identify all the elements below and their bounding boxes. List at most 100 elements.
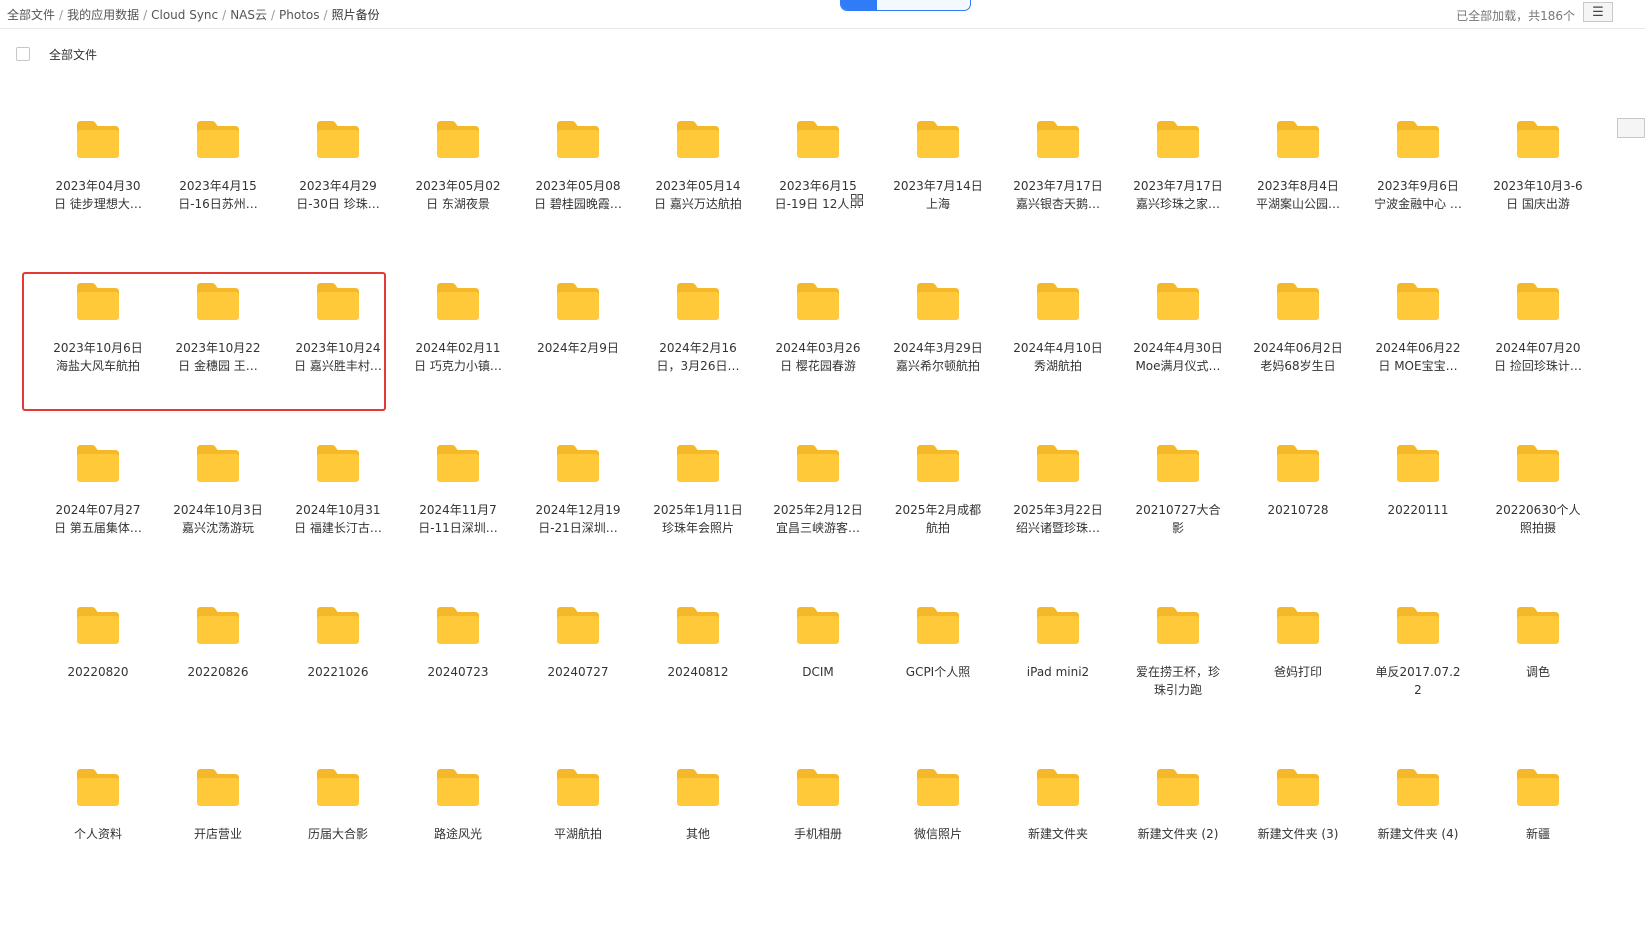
select-all-row: 全部文件: [0, 38, 1645, 68]
folder-item[interactable]: 历届大合影: [278, 766, 398, 928]
folder-item[interactable]: 2023年05月02日 东湖夜景: [398, 118, 518, 280]
folder-item[interactable]: 微信照片: [878, 766, 998, 928]
folder-name: GCPI个人照: [905, 665, 971, 679]
folder-item[interactable]: 新建文件夹 (4): [1358, 766, 1478, 928]
folder-item[interactable]: 2024年12月19日-21日深圳…: [518, 442, 638, 604]
folder-item[interactable]: 2025年2月成都航拍: [878, 442, 998, 604]
folder-item[interactable]: DCIM: [758, 604, 878, 766]
folder-item[interactable]: 2024年06月22日 MOE宝宝…: [1358, 280, 1478, 442]
grid-view-button[interactable]: [851, 118, 1645, 206]
folder-item[interactable]: 20240723: [398, 604, 518, 766]
folder-icon: [917, 607, 959, 644]
folder-item[interactable]: 20210727大合影: [1118, 442, 1238, 604]
breadcrumb-item[interactable]: Photos: [279, 8, 319, 22]
folder-item[interactable]: 2023年8月4日平湖案山公园…: [1238, 118, 1358, 280]
folder-icon: [1397, 283, 1439, 320]
folder-item[interactable]: 20220111: [1358, 442, 1478, 604]
folder-name: 20240812: [667, 665, 729, 679]
folder-name: 路途风光: [433, 827, 482, 841]
folder-item[interactable]: 2023年10月22日 金穗园 王…: [158, 280, 278, 442]
folder-icon: [1517, 445, 1559, 482]
folder-item[interactable]: iPad mini2: [998, 604, 1118, 766]
folder-item[interactable]: 2023年05月08日 碧桂园晚霞…: [518, 118, 638, 280]
folder-item[interactable]: 新建文件夹: [998, 766, 1118, 928]
folder-icon: [1037, 121, 1079, 158]
folder-item[interactable]: 2024年02月11日 巧克力小镇…: [398, 280, 518, 442]
select-all-checkbox[interactable]: [16, 47, 30, 61]
folder-item[interactable]: 手机相册: [758, 766, 878, 928]
folder-item[interactable]: 20210728: [1238, 442, 1358, 604]
folder-item[interactable]: 2023年10月6日海盐大风车航拍: [38, 280, 158, 442]
folder-icon: [1037, 445, 1079, 482]
folder-item[interactable]: 新建文件夹 (2): [1118, 766, 1238, 928]
breadcrumb-item[interactable]: 全部文件: [7, 8, 55, 22]
folder-item[interactable]: 2025年1月11日珍珠年会照片: [638, 442, 758, 604]
folder-item[interactable]: 2023年10月24日 嘉兴胜丰村…: [278, 280, 398, 442]
folder-item[interactable]: 其他: [638, 766, 758, 928]
folder-item[interactable]: 2024年10月3日嘉兴沈荡游玩: [158, 442, 278, 604]
folder-item[interactable]: 2024年3月29日嘉兴希尔顿航拍: [878, 280, 998, 442]
breadcrumb-item[interactable]: NAS云: [230, 8, 267, 22]
breadcrumb-item[interactable]: 照片备份: [332, 8, 380, 22]
folder-item[interactable]: 2023年04月30日 徒步理想大…: [38, 118, 158, 280]
folder-item[interactable]: 2024年2月16日，3月26日…: [638, 280, 758, 442]
folder-item[interactable]: 个人资料: [38, 766, 158, 928]
folder-name: 2023年10月24日 嘉兴胜丰村…: [294, 341, 382, 373]
folder-item[interactable]: 2023年4月15日-16日苏州…: [158, 118, 278, 280]
folder-item[interactable]: 2023年7月14日上海: [878, 118, 998, 280]
folder-item[interactable]: 20220826: [158, 604, 278, 766]
folder-item[interactable]: 新疆: [1478, 766, 1598, 928]
folder-item[interactable]: 2024年10月31日 福建长汀古…: [278, 442, 398, 604]
folder-name: 2024年12月19日-21日深圳…: [535, 503, 621, 535]
folder-item[interactable]: 2025年3月22日绍兴诸暨珍珠…: [998, 442, 1118, 604]
folder-item[interactable]: 调色: [1478, 604, 1598, 766]
folder-item[interactable]: 爸妈打印: [1238, 604, 1358, 766]
folder-item[interactable]: 2023年6月15日-19日 12人…: [758, 118, 878, 280]
folder-icon: [917, 283, 959, 320]
folder-item[interactable]: 2024年06月2日老妈68岁生日: [1238, 280, 1358, 442]
folder-icon: [317, 445, 359, 482]
folder-item[interactable]: 2024年2月9日: [518, 280, 638, 442]
folder-item[interactable]: 2023年7月17日嘉兴银杏天鹅…: [998, 118, 1118, 280]
folder-name: 2024年4月30日Moe满月仪式…: [1133, 341, 1223, 373]
breadcrumb-item[interactable]: 我的应用数据: [67, 8, 139, 22]
folder-item[interactable]: 20221026: [278, 604, 398, 766]
folder-name: 2023年10月22日 金穗园 王…: [175, 341, 261, 373]
folder-item[interactable]: 2023年05月14日 嘉兴万达航拍: [638, 118, 758, 280]
folder-icon: [797, 283, 839, 320]
folder-item[interactable]: 开店营业: [158, 766, 278, 928]
folder-icon: [1397, 121, 1439, 158]
folder-item[interactable]: 2024年4月10日秀湖航拍: [998, 280, 1118, 442]
breadcrumb-item[interactable]: Cloud Sync: [151, 8, 218, 22]
folder-item[interactable]: 2024年07月27日 第五届集体…: [38, 442, 158, 604]
folder-item[interactable]: 2023年7月17日嘉兴珍珠之家…: [1118, 118, 1238, 280]
folder-item[interactable]: 20240812: [638, 604, 758, 766]
folder-item[interactable]: 2023年9月6日宁波金融中心 …: [1358, 118, 1478, 280]
folder-item[interactable]: 单反2017.07.22: [1358, 604, 1478, 766]
folder-item[interactable]: 2023年4月29日-30日 珍珠…: [278, 118, 398, 280]
folder-item[interactable]: 新建文件夹 (3): [1238, 766, 1358, 928]
panel-toggle-tab[interactable]: [840, 0, 971, 11]
folder-item[interactable]: 20220630个人照拍摄: [1478, 442, 1598, 604]
folder-item[interactable]: 平湖航拍: [518, 766, 638, 928]
folder-item[interactable]: 2023年10月3-6日 国庆出游: [1478, 118, 1598, 280]
folder-item[interactable]: 爱在捞王杯，珍珠引力跑: [1118, 604, 1238, 766]
folder-name: 2023年10月6日海盐大风车航拍: [53, 341, 143, 373]
folder-item[interactable]: 路途风光: [398, 766, 518, 928]
folder-item[interactable]: 2024年07月20日 捡回珍珠计…: [1478, 280, 1598, 442]
folder-name: 2023年10月3-6日 国庆出游: [1493, 179, 1583, 211]
folder-name: 2024年10月31日 福建长汀古…: [294, 503, 382, 535]
folder-item[interactable]: 2024年4月30日Moe满月仪式…: [1118, 280, 1238, 442]
folder-icon: [557, 283, 599, 320]
folder-name: 开店营业: [193, 827, 242, 841]
folder-item[interactable]: 20220820: [38, 604, 158, 766]
folder-item[interactable]: 2025年2月12日宜昌三峡游客…: [758, 442, 878, 604]
folder-item[interactable]: GCPI个人照: [878, 604, 998, 766]
folder-item[interactable]: 2024年03月26日 樱花园春游: [758, 280, 878, 442]
list-view-button[interactable]: ☰: [1583, 2, 1613, 22]
folder-icon: [197, 769, 239, 806]
folder-item[interactable]: 2024年11月7日-11日深圳…: [398, 442, 518, 604]
folder-item[interactable]: 20240727: [518, 604, 638, 766]
folder-icon: [77, 283, 119, 320]
list-view-icon: ☰: [1592, 4, 1604, 20]
